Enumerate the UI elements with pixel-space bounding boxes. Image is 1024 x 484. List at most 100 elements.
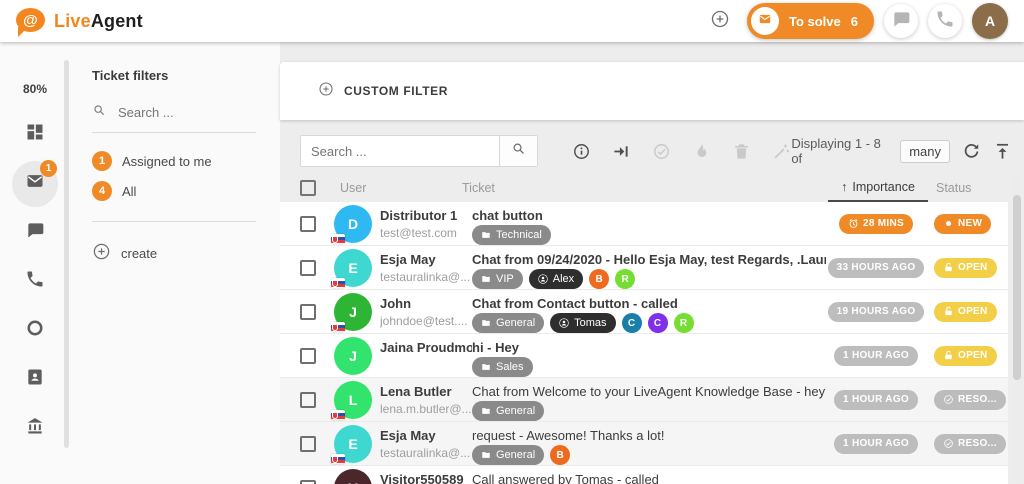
- status-pill: RESO...: [934, 390, 1006, 410]
- bank-icon: [25, 416, 45, 441]
- info-icon[interactable]: [572, 142, 591, 161]
- user-email: johndoe@test....: [380, 314, 472, 328]
- user-avatar[interactable]: A: [972, 3, 1008, 39]
- row-checkbox[interactable]: [300, 480, 316, 484]
- to-solve-count: 6: [851, 14, 858, 29]
- chat-bubble-icon: [891, 9, 911, 34]
- magic-wand-icon[interactable]: [772, 142, 791, 161]
- check-circle-icon: [943, 438, 954, 449]
- ticket-cell: Chat from Welcome to your LiveAgent Know…: [472, 378, 826, 421]
- refresh-icon[interactable]: [962, 142, 981, 161]
- agent-badge: B: [550, 445, 570, 465]
- rail-scrollbar[interactable]: [64, 60, 69, 448]
- add-new-button[interactable]: [703, 4, 737, 38]
- importance-pill: 33 HOURS AGO: [828, 258, 925, 278]
- custom-filter-button[interactable]: CUSTOM FILTER: [344, 84, 448, 98]
- ticket-search-input[interactable]: [301, 136, 499, 166]
- sidebar-item-contacts[interactable]: [0, 355, 70, 404]
- select-all-checkbox[interactable]: [300, 180, 316, 196]
- sidebar-item-calls[interactable]: [0, 257, 70, 306]
- status-cell: RESO...: [934, 434, 1008, 454]
- chat-button[interactable]: [884, 4, 918, 38]
- user-name: Jaina Proudmo...: [380, 340, 472, 355]
- sidebar-item-tickets[interactable]: 1: [0, 159, 70, 208]
- filters-search-input[interactable]: [118, 105, 238, 120]
- sidebar-item-dashboard[interactable]: [0, 110, 70, 159]
- phone-button[interactable]: [928, 4, 962, 38]
- create-label: create: [121, 246, 157, 261]
- transfer-icon[interactable]: [612, 142, 631, 161]
- filter-all[interactable]: 4 All: [92, 181, 256, 201]
- scroll-top-icon[interactable]: [993, 142, 1012, 161]
- row-checkbox[interactable]: [300, 216, 316, 232]
- ticket-tag-folder: General: [472, 445, 544, 465]
- lock-open-icon: [943, 350, 954, 361]
- ticket-toolbar: Displaying 1 - 8 of many: [280, 130, 1024, 172]
- top-header: @ LiveAgent To solve 6 A: [0, 0, 1024, 42]
- filters-title: Ticket filters: [92, 68, 256, 83]
- filter-label: Assigned to me: [122, 154, 212, 169]
- column-status[interactable]: Status: [936, 181, 1008, 195]
- column-importance[interactable]: ↑Importance: [828, 174, 928, 202]
- ticket-row[interactable]: EEsja Maytestauralinka@...request - Awes…: [280, 422, 1008, 466]
- ticket-row[interactable]: LLena Butlerlena.m.butler@...Chat from W…: [280, 378, 1008, 422]
- row-checkbox[interactable]: [300, 260, 316, 276]
- search-submit-button[interactable]: [499, 136, 537, 166]
- row-checkbox[interactable]: [300, 392, 316, 408]
- sidebar-item-social[interactable]: [0, 306, 70, 355]
- sidebar-item-chats[interactable]: [0, 208, 70, 257]
- user-name: Lena Butler: [380, 384, 472, 399]
- list-scrollbar[interactable]: [1013, 174, 1021, 484]
- ticket-row[interactable]: JJaina Proudmo...hi - HeySales1 HOUR AGO…: [280, 334, 1008, 378]
- spam-flame-icon[interactable]: [692, 142, 711, 161]
- create-filter-button[interactable]: create: [92, 242, 256, 264]
- slovakia-flag-icon: [331, 410, 345, 420]
- user-avatar: E: [334, 425, 372, 463]
- row-checkbox[interactable]: [300, 304, 316, 320]
- importance-cell: 1 HOUR AGO: [826, 346, 926, 366]
- ticket-cell: Chat from Contact button - calledGeneral…: [472, 290, 826, 333]
- ticket-tag-person: Alex: [529, 269, 583, 289]
- ticket-row[interactable]: VVisitor550589Call answered by Tomas - c…: [280, 466, 1008, 484]
- delete-trash-icon[interactable]: [732, 142, 751, 161]
- resolve-check-icon[interactable]: [652, 142, 671, 161]
- status-pill: OPEN: [934, 346, 997, 366]
- row-checkbox[interactable]: [300, 436, 316, 452]
- user-cell: Visitor550589: [380, 466, 472, 484]
- liveagent-logo[interactable]: @ LiveAgent: [16, 8, 143, 34]
- ticket-row[interactable]: EEsja Maytestauralinka@...Chat from 09/2…: [280, 246, 1008, 290]
- importance-cell: 1 HOUR AGO: [826, 390, 926, 410]
- person-icon: [538, 274, 548, 284]
- user-name: Distributor 1: [380, 208, 472, 223]
- user-cell: Lena Butler lena.m.butler@...: [380, 378, 472, 421]
- displaying-text: Displaying 1 - 8 of: [791, 136, 888, 166]
- ticket-subject: chat button: [472, 208, 826, 223]
- importance-pill: 1 HOUR AGO: [834, 434, 918, 454]
- ticket-row[interactable]: JJohnjohndoe@test....Chat from Contact b…: [280, 290, 1008, 334]
- lock-open-icon: [943, 262, 954, 273]
- to-solve-button[interactable]: To solve 6: [747, 3, 874, 39]
- agent-badge: C: [622, 313, 642, 333]
- folder-icon: [481, 274, 491, 284]
- importance-cell: 33 HOURS AGO: [826, 258, 926, 278]
- status-cell: OPEN: [934, 258, 1008, 278]
- importance-pill: 1 HOUR AGO: [834, 390, 918, 410]
- page-size-selector[interactable]: many: [900, 140, 950, 163]
- user-email: lena.m.butler@...: [380, 402, 472, 416]
- filter-assigned-to-me[interactable]: 1 Assigned to me: [92, 151, 256, 171]
- table-header: User Ticket ↑Importance Status: [280, 174, 1008, 202]
- ticket-tags: Technical: [472, 225, 826, 245]
- row-checkbox[interactable]: [300, 348, 316, 364]
- liveagent-app: @ LiveAgent To solve 6 A 80% 1: [0, 0, 1024, 484]
- user-avatar: J: [334, 293, 372, 331]
- ticket-tags: GeneralTomasCCR: [472, 313, 826, 333]
- ring-icon: [25, 318, 45, 343]
- list-scrollbar-thumb[interactable]: [1013, 195, 1021, 380]
- sort-asc-icon: ↑: [841, 180, 847, 194]
- lock-open-icon: [943, 306, 954, 317]
- ticket-row[interactable]: DDistributor 1test@test.comchat buttonTe…: [280, 202, 1008, 246]
- agent-badge: B: [589, 269, 609, 289]
- sidebar-item-company[interactable]: [0, 404, 70, 453]
- plus-circle-icon: [92, 242, 111, 264]
- slovakia-flag-icon: [331, 234, 345, 244]
